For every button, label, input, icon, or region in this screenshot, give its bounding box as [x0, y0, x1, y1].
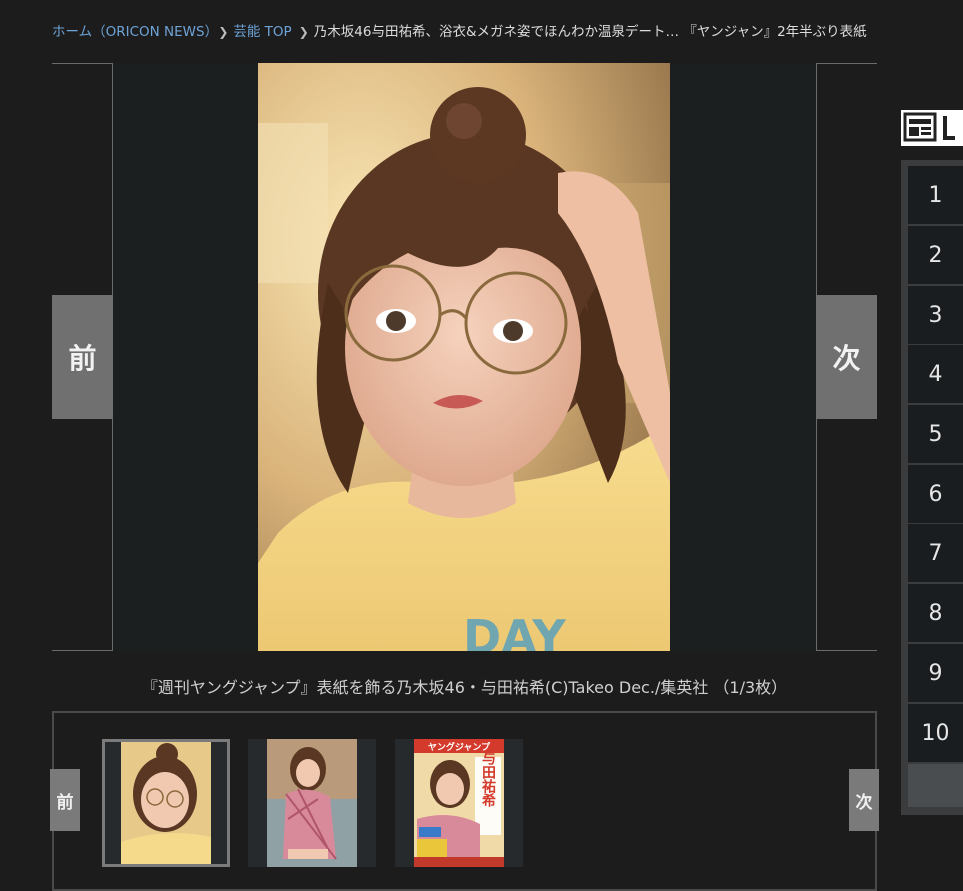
thumbnail-strip: 前 ヤングジャンプ 与田祐希 次 — [50, 711, 879, 891]
chevron-right-icon: ❯ — [298, 25, 309, 39]
ranking-sidebar: 1 2 3 4 5 6 7 8 9 10 — [901, 0, 963, 878]
ranking-item-6[interactable]: 6 — [908, 465, 963, 524]
prev-photo-button[interactable]: 前 — [52, 295, 113, 419]
main-photo: DAY — [258, 63, 670, 651]
ranking-item-4[interactable]: 4 — [908, 345, 963, 404]
next-photo-button[interactable]: 次 — [816, 295, 877, 419]
thumb-next-button[interactable]: 次 — [849, 769, 879, 831]
newspaper-icon — [903, 112, 955, 142]
thumbnail-2[interactable] — [248, 739, 376, 867]
breadcrumb: ホーム（ORICON NEWS） ❯ 芸能 TOP ❯ 乃木坂46与田祐希、浴衣&メガネ… — [52, 22, 957, 42]
thumb-prev-button[interactable]: 前 — [50, 769, 80, 831]
ranking-item-9[interactable]: 9 — [908, 644, 963, 703]
photo-caption: 『週刊ヤングジャンプ』表紙を飾る乃木坂46・与田祐希(C)Takeo Dec./… — [141, 678, 788, 697]
ranking-header — [901, 110, 963, 146]
photo-viewer: DAY 前 次 — [52, 63, 877, 651]
breadcrumb-home-link[interactable]: ホーム（ORICON NEWS） — [52, 24, 211, 40]
breadcrumb-section-link[interactable]: 芸能 TOP — [233, 24, 291, 40]
cover-name-text: 与田祐希 — [480, 751, 496, 808]
ranking-list: 1 2 3 4 5 6 7 8 9 10 — [901, 160, 963, 815]
ranking-item-1[interactable]: 1 — [908, 166, 963, 225]
thumbnail-1[interactable] — [102, 739, 230, 867]
breadcrumb-current: 乃木坂46与田祐希、浴衣&メガネ姿でほんわか温泉デート… 『ヤンジャン』2年半ぶ… — [313, 24, 867, 40]
ranking-item-5[interactable]: 5 — [908, 405, 963, 464]
ranking-item-2[interactable]: 2 — [908, 226, 963, 285]
ranking-item-10[interactable]: 10 — [908, 704, 963, 763]
ranking-item-8[interactable]: 8 — [908, 584, 963, 643]
thumbnail-3[interactable]: ヤングジャンプ 与田祐希 — [395, 739, 523, 867]
chevron-right-icon: ❯ — [218, 25, 229, 39]
ranking-footer — [908, 764, 963, 807]
ranking-item-7[interactable]: 7 — [908, 524, 963, 583]
shirt-print-text: DAY — [463, 610, 566, 651]
ranking-item-3[interactable]: 3 — [908, 286, 963, 345]
